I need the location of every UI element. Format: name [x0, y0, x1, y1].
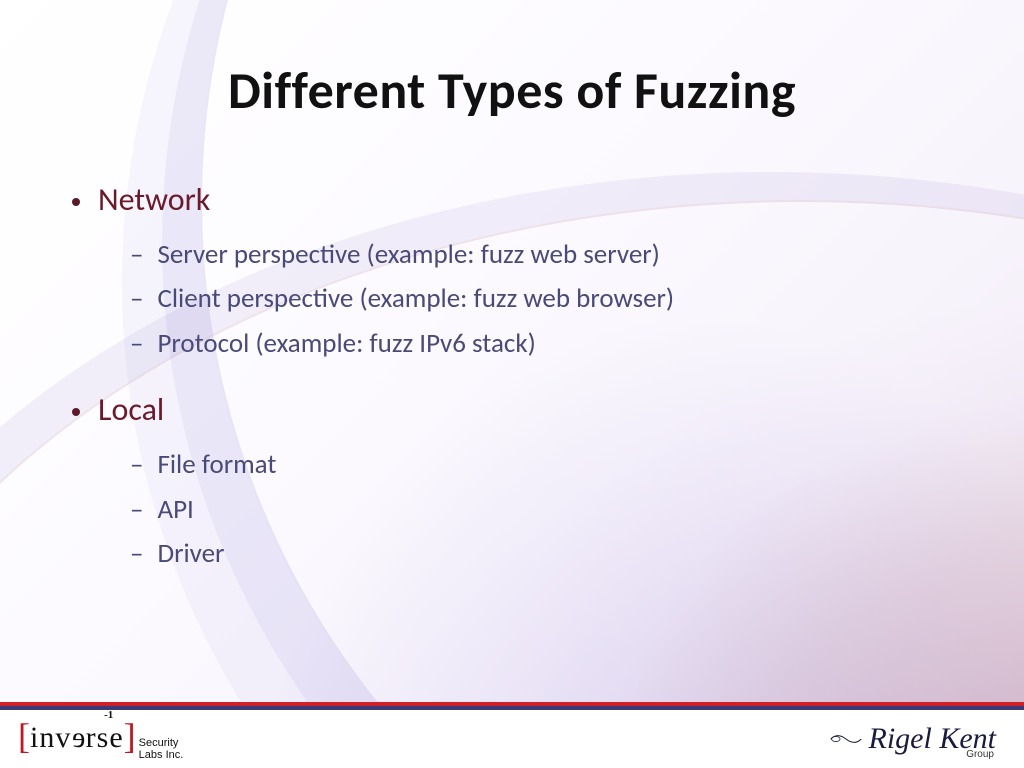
level2-text: Client perspective (example: fuzz web br…	[157, 277, 674, 322]
logo-word: inverse	[30, 721, 124, 755]
list-item: –Protocol (example: fuzz IPv6 stack)	[130, 322, 964, 367]
logo-word-post: rse	[86, 721, 124, 754]
bullet-list-level1: Network –Server perspective (example: fu…	[72, 178, 964, 577]
logo-subtitle: Security Labs Inc.	[139, 738, 184, 761]
level2-text: Server perspective (example: fuzz web se…	[157, 233, 659, 278]
list-item: Local –File format –API –Driver	[72, 388, 964, 576]
logo-word-flip: e	[71, 721, 85, 755]
list-item: –File format	[130, 443, 964, 488]
swirl-icon	[829, 730, 863, 748]
bracket-open-icon: [	[18, 715, 30, 757]
rigel-kent-logo: Rigel Kent Group	[829, 722, 996, 756]
list-item: –Client perspective (example: fuzz web b…	[130, 277, 964, 322]
dash-icon: –	[130, 532, 143, 577]
level1-heading: Local	[98, 388, 164, 433]
logo-word-pre: inv	[30, 721, 71, 754]
level1-heading: Network	[98, 178, 210, 223]
list-item: Network –Server perspective (example: fu…	[72, 178, 964, 366]
dash-icon: –	[130, 322, 143, 367]
level2-text: File format	[157, 443, 276, 488]
bullet-icon	[72, 408, 80, 416]
inverse-logo: [ inverse ] -1 Security Labs Inc.	[18, 715, 183, 763]
dash-icon: –	[130, 443, 143, 488]
bullet-list-level2: –Server perspective (example: fuzz web s…	[130, 233, 964, 367]
dash-icon: –	[130, 277, 143, 322]
logo-group-text: Group	[966, 749, 994, 760]
slide-title: Different Types of Fuzzing	[0, 58, 1024, 122]
level1-row: Network	[72, 178, 964, 223]
logo-sub-line1: Security	[139, 738, 184, 750]
footer-bar: [ inverse ] -1 Security Labs Inc. Rigel …	[0, 706, 1024, 768]
slide: Different Types of Fuzzing Network –Serv…	[0, 0, 1024, 768]
bullet-icon	[72, 198, 80, 206]
dash-icon: –	[130, 233, 143, 278]
level2-text: Protocol (example: fuzz IPv6 stack)	[157, 322, 535, 367]
list-item: –Driver	[130, 532, 964, 577]
slide-content: Network –Server perspective (example: fu…	[72, 178, 964, 599]
list-item: –Server perspective (example: fuzz web s…	[130, 233, 964, 278]
logo-exponent: -1	[104, 709, 113, 721]
bracket-close-icon: ]	[124, 715, 136, 757]
level2-text: Driver	[157, 532, 224, 577]
dash-icon: –	[130, 488, 143, 533]
list-item: –API	[130, 488, 964, 533]
level2-text: API	[157, 488, 193, 533]
bullet-list-level2: –File format –API –Driver	[130, 443, 964, 577]
logo-sub-line2: Labs Inc.	[139, 750, 184, 762]
level1-row: Local	[72, 388, 964, 433]
